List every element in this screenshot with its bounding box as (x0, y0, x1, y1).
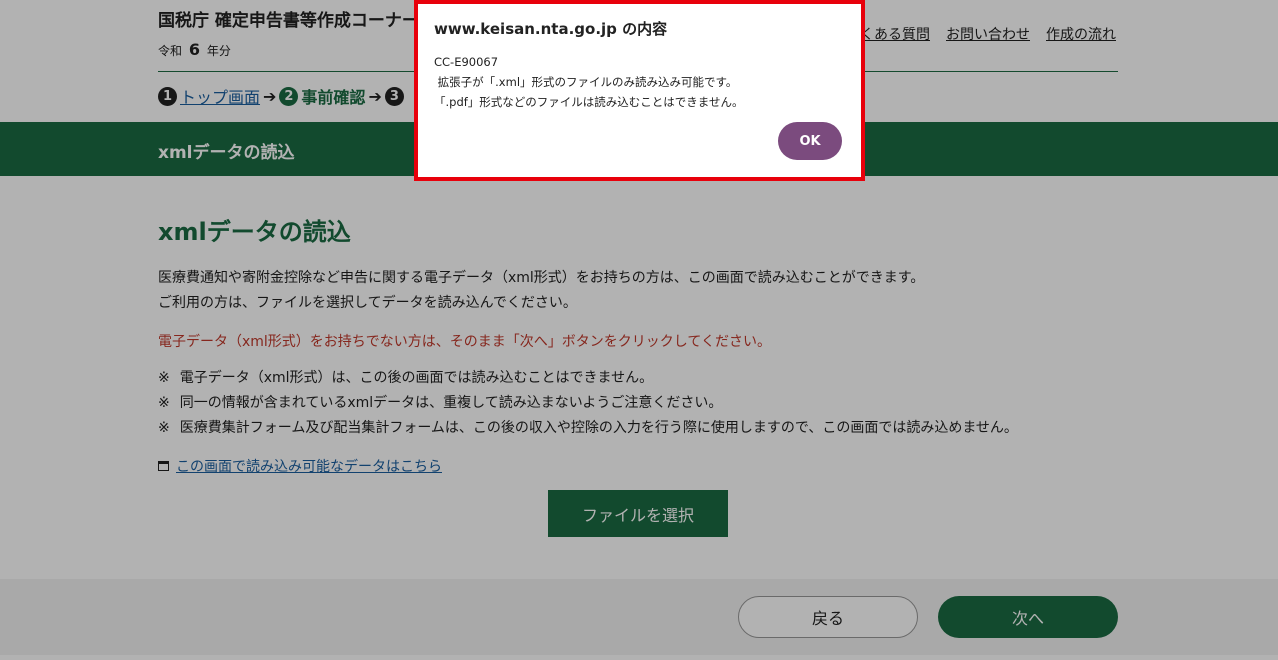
ok-button[interactable]: OK (778, 122, 842, 160)
alert-dialog: www.keisan.nta.go.jp の内容 CC-E90067 拡張子が「… (414, 0, 865, 181)
dialog-title: www.keisan.nta.go.jp の内容 (434, 20, 668, 38)
page: 国税庁 確定申告書等作成コーナー 令和 6 年分 よくある質問 お問い合わせ 作… (0, 0, 1278, 660)
dialog-message: CC-E90067 拡張子が「.xml」形式のファイルのみ読み込み可能です。 「… (434, 55, 744, 109)
